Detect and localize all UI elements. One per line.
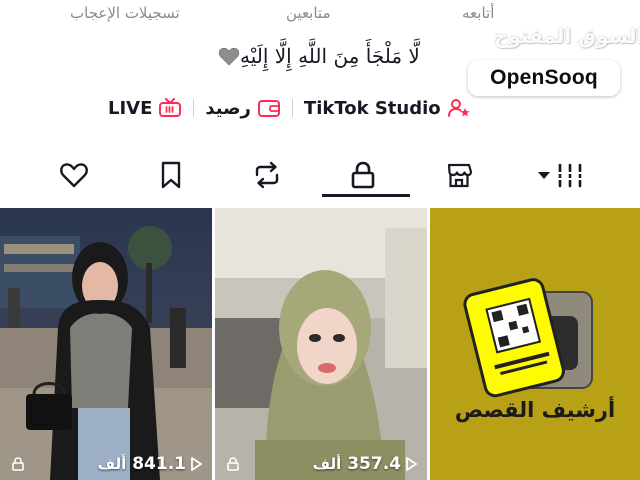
video-thumbnail-image: [0, 208, 212, 480]
story-archive-label: أرشيف القصص: [454, 398, 616, 422]
story-archive-icon: [430, 208, 640, 480]
likes-count-label[interactable]: تسجيلات الإعجاب: [70, 4, 180, 22]
tab-videos[interactable]: [534, 158, 590, 192]
video-thumbnail[interactable]: ألف 841.1: [0, 208, 212, 480]
lock-icon: [227, 457, 239, 471]
tab-shop[interactable]: [441, 158, 477, 192]
divider: [193, 99, 195, 117]
heart-icon: [60, 163, 88, 188]
video-thumbnail[interactable]: ألف 357.4: [215, 208, 427, 480]
profile-links-row: LIVE رصيد TikTok Studio: [108, 94, 471, 122]
wallet-icon: [257, 100, 280, 117]
creator-star-icon: [447, 99, 470, 117]
divider: [291, 99, 293, 117]
live-label: LIVE: [108, 97, 153, 119]
followers-count-label[interactable]: متابعين: [286, 4, 331, 22]
video-grid: ألف 841.1 ألف 357.4 أرشيف القصص: [0, 208, 640, 480]
play-icon: [406, 457, 417, 471]
live-button[interactable]: LIVE: [108, 98, 182, 119]
watermark-arabic: السوق المفتوح: [494, 24, 640, 48]
view-count: ألف 841.1: [98, 454, 204, 474]
wallet-label: رصيد: [205, 97, 251, 119]
selected-tab-indicator: [322, 194, 410, 197]
watermark-brand: OpenSooq: [490, 66, 598, 89]
tab-liked[interactable]: [56, 158, 92, 192]
play-icon: [191, 457, 202, 471]
bio-text: لَّا مَلْجَأَ مِنَ اللَّهِ إِلَّا إِلَيْ…: [240, 44, 420, 68]
grid-menu-icon: [538, 163, 584, 188]
lock-icon: [351, 161, 375, 189]
view-unit: ألف: [312, 455, 342, 473]
studio-label: TikTok Studio: [303, 97, 441, 119]
tiktok-studio-button[interactable]: TikTok Studio: [304, 98, 471, 119]
shop-icon: [447, 163, 473, 188]
profile-tabs: [0, 150, 640, 198]
tab-reposts[interactable]: [249, 158, 285, 192]
wallet-button[interactable]: رصيد: [205, 98, 281, 119]
video-thumbnail-image: [215, 208, 427, 480]
repost-icon: [255, 161, 279, 189]
view-number: 841.1: [132, 454, 186, 474]
profile-bio: لَّا مَلْجَأَ مِنَ اللَّهِ إِلَّا إِلَيْ…: [214, 40, 420, 72]
story-archive-tile[interactable]: أرشيف القصص: [430, 208, 640, 480]
lock-icon: [12, 457, 24, 471]
view-unit: ألف: [97, 455, 127, 473]
following-count-label[interactable]: أتابعه: [462, 4, 494, 22]
view-count: ألف 357.4: [313, 454, 419, 474]
tab-favorites[interactable]: [153, 158, 189, 192]
tab-private[interactable]: [345, 158, 381, 192]
opensooq-watermark: OpenSooq: [468, 60, 620, 96]
bookmark-icon: [161, 161, 181, 189]
live-tv-icon: [159, 98, 182, 117]
view-number: 357.4: [347, 454, 401, 474]
grey-heart-icon: [218, 47, 240, 66]
